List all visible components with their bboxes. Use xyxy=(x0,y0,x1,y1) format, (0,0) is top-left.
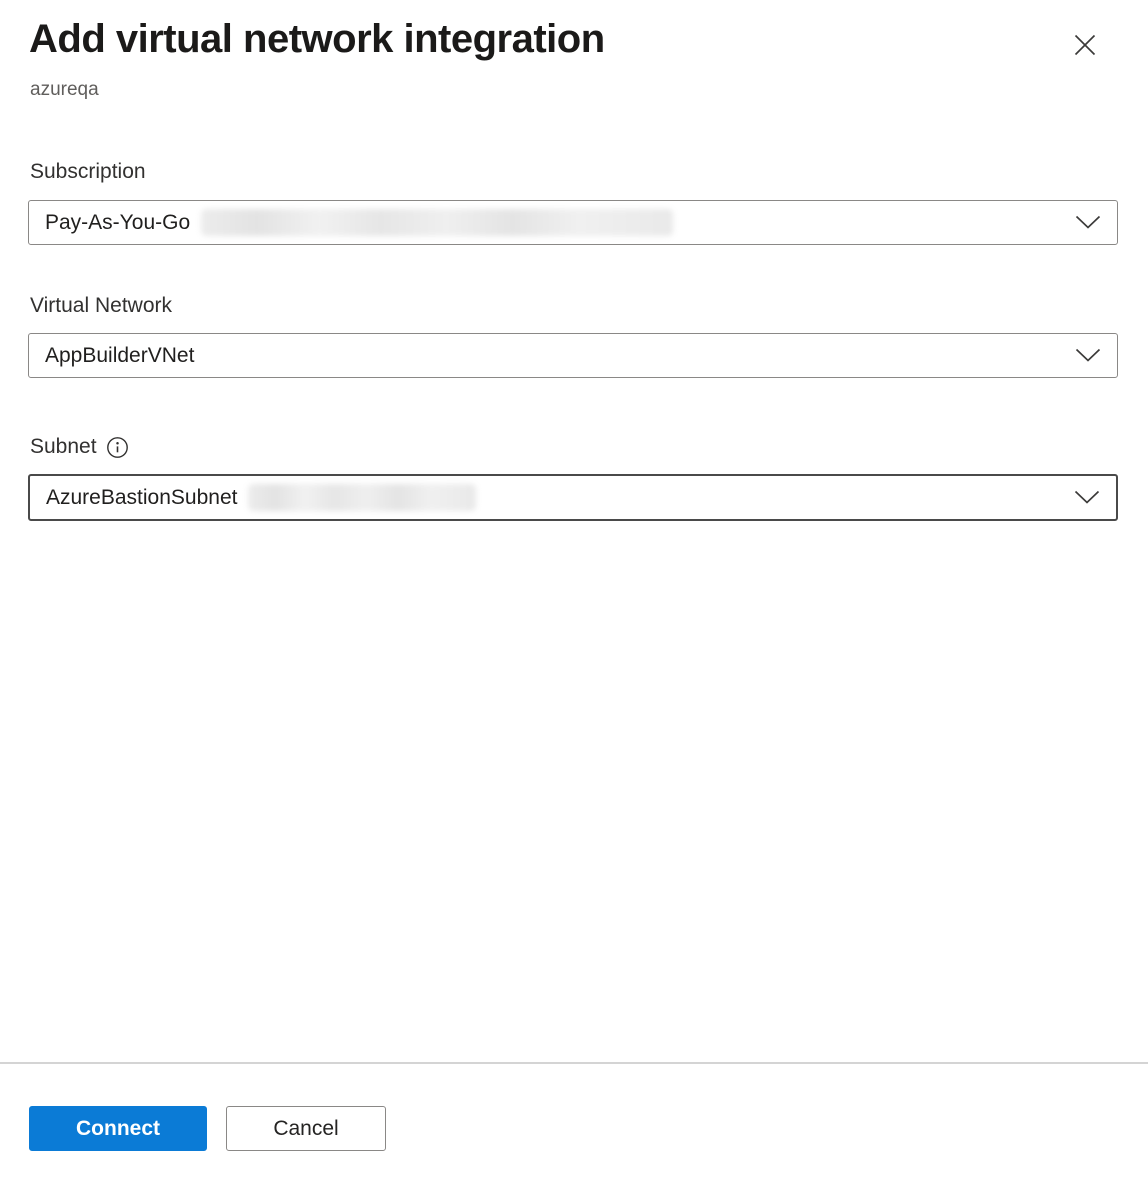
redacted-subnet-range xyxy=(248,484,476,511)
virtual-network-label: Virtual Network xyxy=(30,294,172,318)
virtual-network-selected-value: AppBuilderVNet xyxy=(45,344,194,368)
subscription-dropdown[interactable]: Pay-As-You-Go xyxy=(28,200,1118,245)
subscription-selected-value: Pay-As-You-Go xyxy=(45,211,190,235)
page-title: Add virtual network integration xyxy=(29,17,605,62)
subscription-label-text: Subscription xyxy=(30,160,146,184)
subnet-selected-value: AzureBastionSubnet xyxy=(46,486,237,510)
virtual-network-dropdown[interactable]: AppBuilderVNet xyxy=(28,333,1118,378)
connect-button[interactable]: Connect xyxy=(29,1106,207,1151)
subscription-label: Subscription xyxy=(30,160,146,184)
redacted-subscription-id xyxy=(201,209,673,236)
close-button[interactable] xyxy=(1066,26,1104,64)
close-icon xyxy=(1072,32,1098,58)
subnet-label: Subnet xyxy=(30,435,130,459)
add-vnet-integration-dialog: Add virtual network integration azureqa … xyxy=(0,0,1148,1182)
chevron-down-icon xyxy=(1075,215,1101,230)
subnet-label-text: Subnet xyxy=(30,435,97,459)
cancel-button[interactable]: Cancel xyxy=(226,1106,386,1151)
chevron-down-icon xyxy=(1075,348,1101,363)
subnet-dropdown[interactable]: AzureBastionSubnet xyxy=(28,474,1118,521)
resource-name-subtitle: azureqa xyxy=(30,79,99,101)
info-icon[interactable] xyxy=(106,435,130,459)
virtual-network-label-text: Virtual Network xyxy=(30,294,172,318)
footer-divider xyxy=(0,1062,1148,1064)
chevron-down-icon xyxy=(1074,490,1100,505)
